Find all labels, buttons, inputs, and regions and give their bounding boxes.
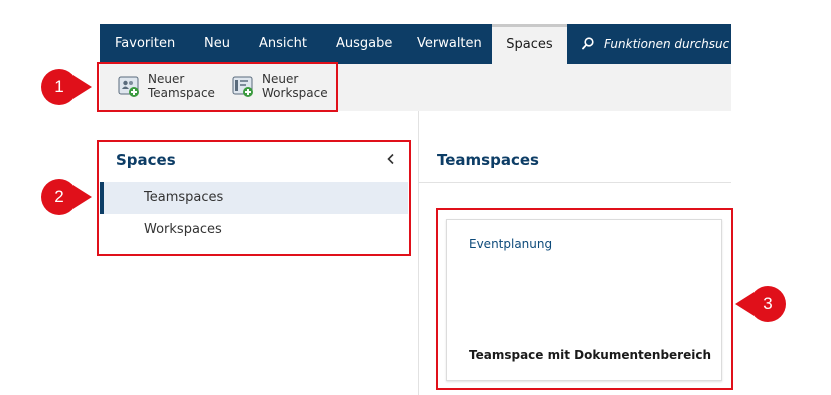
callout-number-3: 3 bbox=[763, 294, 773, 313]
callout-marker-2: 2 bbox=[40, 178, 92, 216]
menu-bar: Favoriten Neu Ansicht Ausgabe Verwalten … bbox=[100, 24, 731, 64]
search-placeholder: Funktionen durchsuc bbox=[604, 37, 730, 51]
callout-marker-3: 3 bbox=[735, 285, 787, 323]
title-separator bbox=[419, 182, 731, 183]
menu-item-verwalten[interactable]: Verwalten bbox=[417, 24, 482, 64]
callout-number-2: 2 bbox=[54, 187, 64, 206]
callout-number-1: 1 bbox=[54, 77, 64, 96]
callout-box-2 bbox=[97, 140, 411, 256]
menu-item-neu[interactable]: Neu bbox=[204, 24, 230, 64]
callout-box-1 bbox=[97, 62, 338, 112]
callout-marker-1: 1 bbox=[40, 68, 92, 106]
menu-item-spaces[interactable]: Spaces bbox=[492, 24, 567, 64]
menu-item-favoriten[interactable]: Favoriten bbox=[115, 24, 175, 64]
callout-box-3 bbox=[436, 208, 733, 390]
search-icon bbox=[582, 37, 594, 50]
menu-item-ausgabe[interactable]: Ausgabe bbox=[336, 24, 392, 64]
teamspaces-title: Teamspaces bbox=[437, 151, 539, 169]
menu-item-ansicht[interactable]: Ansicht bbox=[259, 24, 307, 64]
